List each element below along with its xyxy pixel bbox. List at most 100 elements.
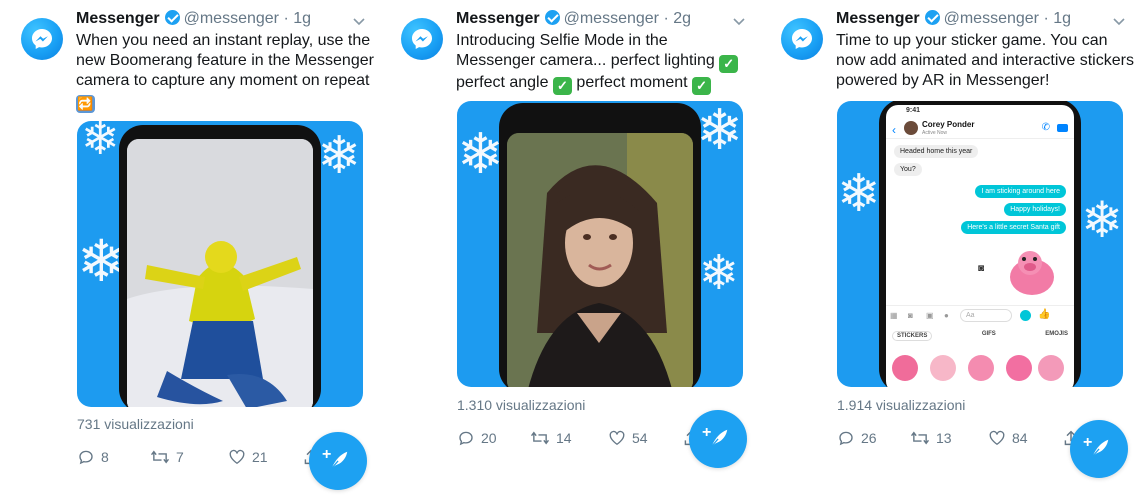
- like-count: 21: [252, 448, 268, 465]
- retweet-icon: [530, 431, 550, 445]
- reply-button[interactable]: 26: [837, 429, 877, 447]
- author-name[interactable]: Messenger: [456, 10, 540, 27]
- phone-frame: [499, 103, 701, 387]
- feather-quill-icon: [1092, 439, 1109, 457]
- tweet-header: Messenger @messenger · 1g: [76, 10, 311, 28]
- tab-emojis[interactable]: EMOJIS: [1045, 331, 1068, 341]
- tweet-video[interactable]: ❄ ❄ 9:41 ‹ Corey Ponder Active Now ✆ Hea…: [837, 101, 1123, 387]
- sticker-item[interactable]: [1038, 355, 1064, 381]
- thumbs-up-icon[interactable]: 👍: [1038, 309, 1050, 320]
- sticker-grid: [886, 349, 1074, 387]
- sticker-tabs: STICKERS GIFS EMOJIS: [892, 331, 1068, 341]
- like-count: 54: [632, 429, 648, 446]
- contact-name[interactable]: Corey Ponder: [922, 120, 974, 129]
- tweet-text-part: Introducing Selfie Mode in the Messenger…: [456, 32, 715, 69]
- retweet-icon: [150, 450, 170, 464]
- message-outgoing: Here's a little secret Santa gift: [961, 221, 1066, 234]
- chat-header: 9:41 ‹ Corey Ponder Active Now ✆: [886, 105, 1074, 139]
- retweet-count: 7: [176, 449, 184, 465]
- separator-dot: ·: [283, 10, 289, 27]
- verified-badge-icon: [544, 10, 560, 25]
- repeat-emoji-icon: 🔁: [76, 95, 95, 113]
- sticker-item[interactable]: [968, 355, 994, 381]
- reply-icon: [459, 431, 473, 446]
- snowflake-icon: ❄: [1081, 192, 1123, 248]
- tweet-card[interactable]: Messenger @messenger · 1g When you need a…: [0, 0, 380, 497]
- retweet-icon: [910, 431, 930, 445]
- tweet-time[interactable]: 2g: [673, 10, 691, 27]
- retweet-button[interactable]: 14: [530, 429, 572, 447]
- phone-call-icon[interactable]: ✆: [1042, 122, 1050, 133]
- like-button[interactable]: 21: [228, 448, 268, 465]
- sticker-item[interactable]: [930, 355, 956, 381]
- reply-icon: [79, 450, 93, 465]
- sticker-picker-icon[interactable]: [1020, 310, 1031, 321]
- tweet-video[interactable]: ❄ ❄ ❄: [457, 101, 743, 387]
- apps-grid-icon[interactable]: ▦: [890, 311, 898, 320]
- author-handle[interactable]: @messenger: [184, 10, 279, 27]
- tweet-text-body: When you need an instant replay, use the…: [76, 32, 374, 89]
- tab-stickers[interactable]: STICKERS: [892, 331, 933, 341]
- author-handle[interactable]: @messenger: [564, 10, 659, 27]
- snowflake-icon: ❄: [696, 101, 743, 161]
- back-chevron-icon[interactable]: ‹: [892, 123, 896, 137]
- compose-tweet-button[interactable]: +: [1070, 420, 1128, 478]
- camera-icon[interactable]: ◙: [978, 263, 984, 274]
- chevron-down-icon[interactable]: [353, 14, 365, 26]
- status-time: 9:41: [906, 107, 921, 114]
- snow-jump-illustration: [127, 139, 313, 407]
- message-incoming: Headed home this year: [894, 145, 979, 158]
- separator-dot: ·: [663, 10, 669, 27]
- boomerang-preview: [127, 139, 313, 407]
- sticker-item[interactable]: [892, 355, 918, 381]
- feather-quill-icon: [331, 451, 348, 469]
- snowflake-icon: ❄: [837, 165, 881, 223]
- selfie-portrait-illustration: [507, 133, 693, 387]
- video-call-icon[interactable]: [1057, 124, 1068, 132]
- messenger-avatar[interactable]: [781, 18, 823, 60]
- messenger-avatar[interactable]: [21, 18, 63, 60]
- messenger-avatar[interactable]: [401, 18, 443, 60]
- microphone-icon[interactable]: ●: [944, 311, 949, 320]
- composer-bar: ▦ ◙ ▣ ● Aa 👍: [886, 305, 1074, 325]
- camera-icon[interactable]: ◙: [908, 311, 913, 320]
- check-mark-icon: ✓: [552, 77, 572, 95]
- gallery-icon[interactable]: ▣: [926, 311, 934, 320]
- contact-avatar[interactable]: [904, 121, 918, 135]
- retweet-button[interactable]: 13: [910, 429, 952, 447]
- reply-count: 20: [481, 430, 497, 446]
- like-button[interactable]: 54: [608, 429, 648, 446]
- chevron-down-icon[interactable]: [1113, 14, 1125, 26]
- view-count: 731 visualizzazioni: [77, 416, 194, 432]
- reply-button[interactable]: 20: [457, 429, 497, 447]
- reply-count: 26: [861, 430, 877, 446]
- chevron-down-icon[interactable]: [733, 14, 745, 26]
- separator-dot: ·: [1043, 10, 1049, 27]
- retweet-count: 14: [556, 430, 572, 446]
- reply-button[interactable]: 8: [77, 448, 109, 466]
- retweet-button[interactable]: 7: [150, 448, 184, 466]
- author-handle[interactable]: @messenger: [944, 10, 1039, 27]
- compose-tweet-button[interactable]: +: [689, 410, 747, 468]
- pig-sticker-icon: [1010, 251, 1054, 295]
- tweet-card[interactable]: Messenger @messenger · 2g Introducing Sel…: [380, 0, 760, 497]
- tweet-time[interactable]: 1g: [1053, 10, 1071, 27]
- author-name[interactable]: Messenger: [836, 10, 920, 27]
- sticker-item[interactable]: [1006, 355, 1032, 381]
- like-button[interactable]: 84: [988, 429, 1028, 446]
- tweet-video[interactable]: ❄ ❄ ❄: [77, 121, 363, 407]
- message-input[interactable]: Aa: [960, 309, 1012, 322]
- chat-view: 9:41 ‹ Corey Ponder Active Now ✆ Headed …: [886, 105, 1074, 387]
- tweet-header: Messenger @messenger · 1g: [836, 10, 1071, 28]
- snowflake-icon: ❄: [457, 122, 504, 185]
- author-name[interactable]: Messenger: [76, 10, 160, 27]
- tweet-card[interactable]: Messenger @messenger · 1g Time to up your…: [760, 0, 1140, 497]
- compose-tweet-button[interactable]: +: [309, 432, 367, 490]
- selfie-preview: [507, 133, 693, 387]
- tweet-header: Messenger @messenger · 2g: [456, 10, 691, 28]
- tweet-time[interactable]: 1g: [293, 10, 311, 27]
- tab-gifs[interactable]: GIFS: [982, 331, 996, 341]
- like-count: 84: [1012, 429, 1028, 446]
- retweet-count: 13: [936, 430, 952, 446]
- view-count: 1.914 visualizzazioni: [837, 397, 966, 413]
